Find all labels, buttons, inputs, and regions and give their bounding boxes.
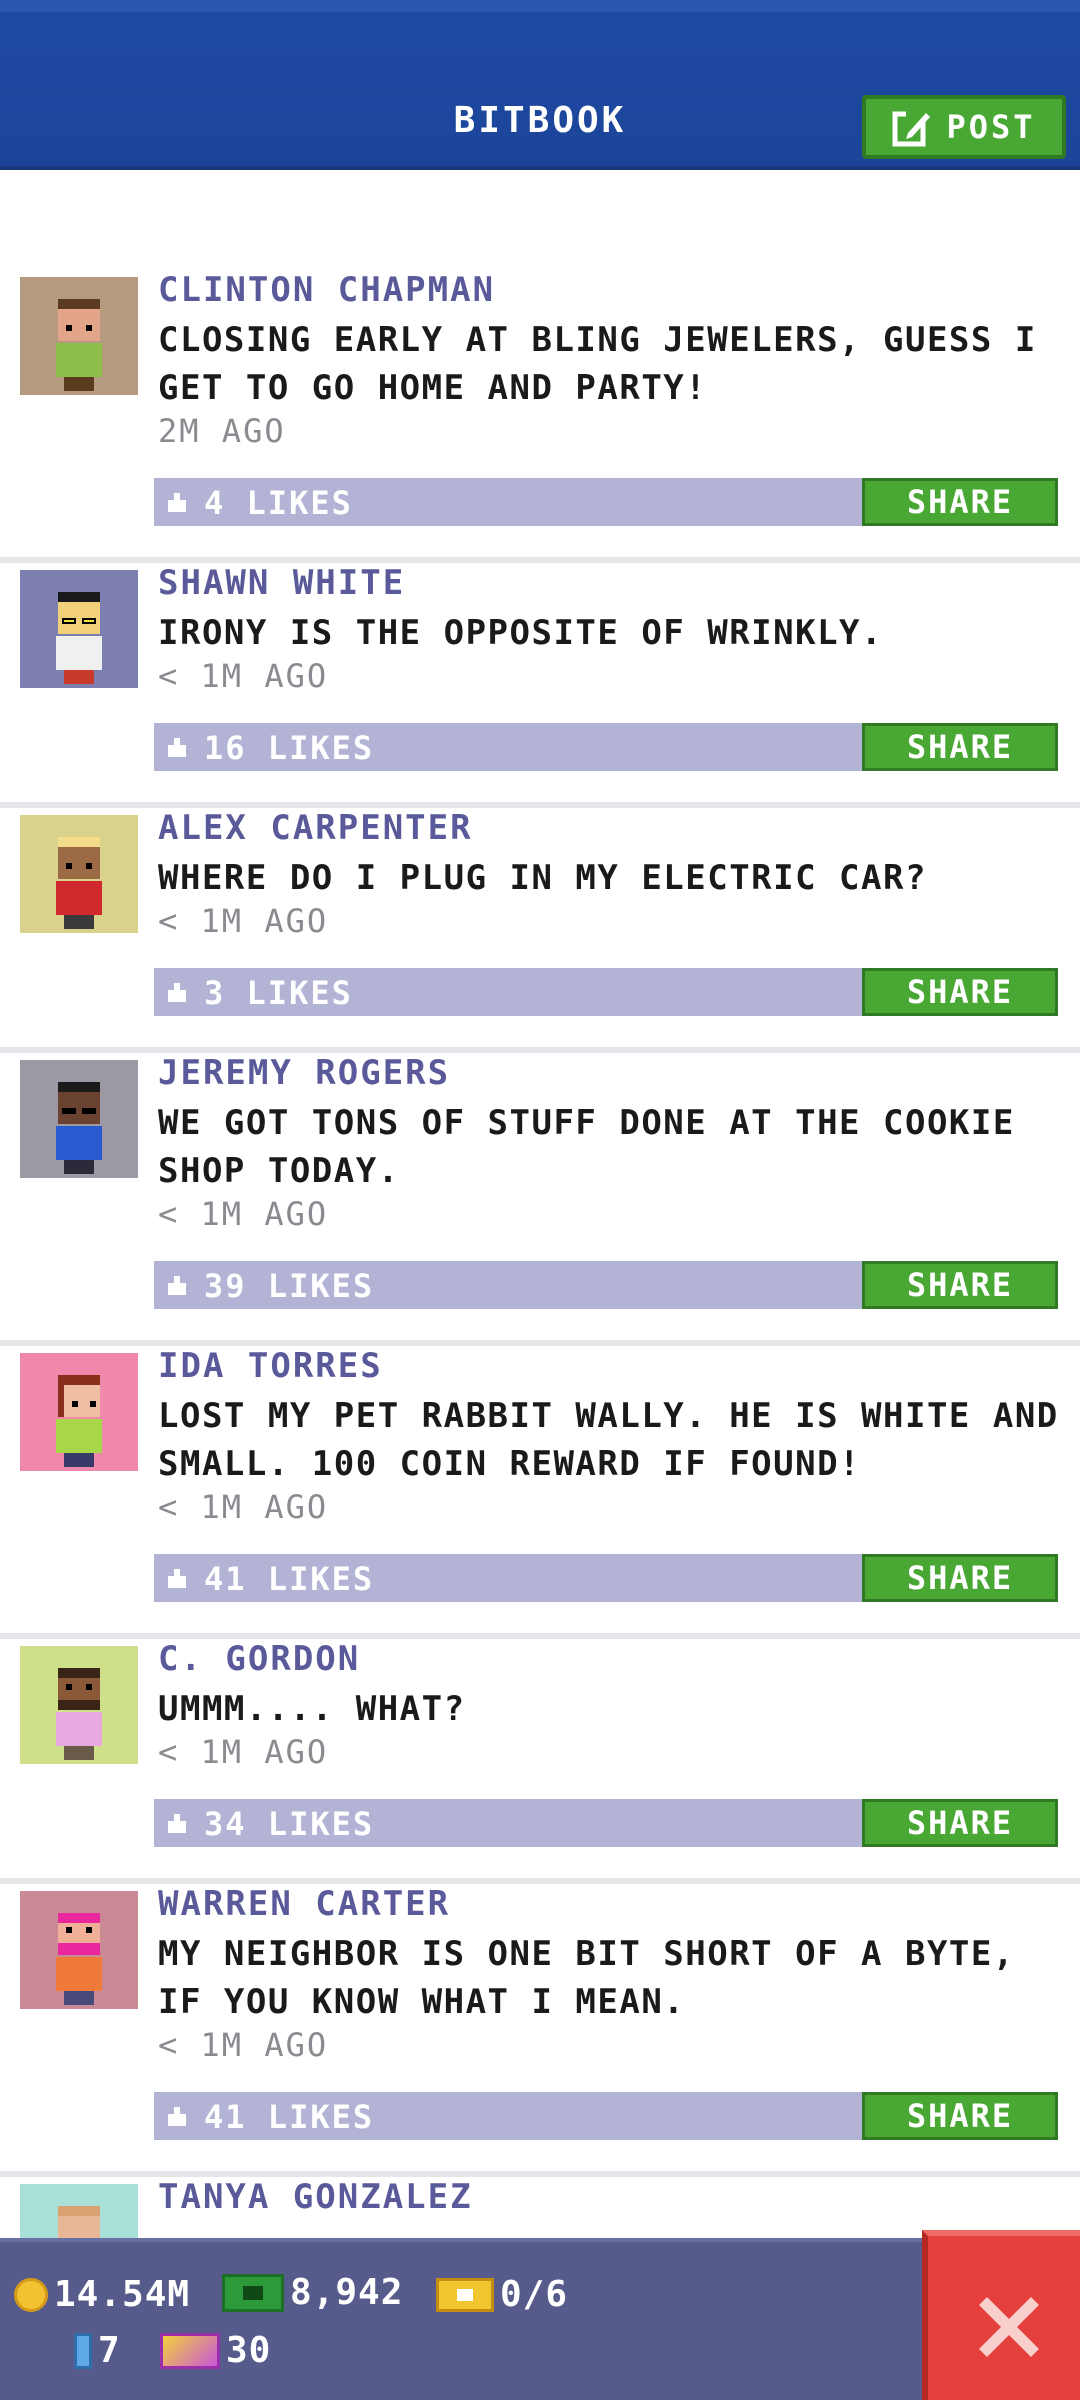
feed-list[interactable]: CLINTON CHAPMAN CLOSING EARLY AT BLING J…: [0, 270, 1080, 2302]
vip-icon: [160, 2332, 220, 2369]
post-message: MY NEIGHBOR IS ONE BIT SHORT OF A BYTE, …: [158, 1934, 1015, 2022]
coins-stat: 14.54M: [14, 2274, 190, 2315]
thumbs-up-icon: [168, 493, 186, 512]
vip-stat: 30: [160, 2330, 271, 2371]
feed-post: CLINTON CHAPMAN CLOSING EARLY AT BLING J…: [0, 270, 1080, 563]
tickets-stat: 0/6: [436, 2274, 568, 2315]
avatar[interactable]: [20, 815, 138, 933]
likes-count: 3 LIKES: [204, 974, 353, 1012]
tickets-value: 0/6: [500, 2274, 569, 2315]
share-button[interactable]: SHARE: [862, 1554, 1058, 1602]
share-button[interactable]: SHARE: [862, 1799, 1058, 1847]
post-time: 2M AGO: [158, 412, 286, 450]
bux-value: 7: [98, 2330, 121, 2371]
post-time: < 1M AGO: [158, 1195, 329, 1233]
post-button-label: POST: [946, 108, 1036, 146]
post-time: < 1M AGO: [158, 1488, 329, 1526]
thumbs-up-icon: [168, 2107, 186, 2126]
likes-count: 4 LIKES: [204, 484, 353, 522]
post-message: UMMM.... WHAT?: [158, 1689, 466, 1729]
feed-post: JEREMY ROGERS WE GOT TONS OF STUFF DONE …: [0, 1053, 1080, 1346]
bux-stat: 7: [74, 2330, 121, 2371]
app-header: BITBOOK POST: [0, 0, 1080, 170]
post-button[interactable]: POST: [862, 95, 1066, 159]
post-time: < 1M AGO: [158, 1733, 329, 1771]
thumbs-up-icon: [168, 1276, 186, 1295]
avatar[interactable]: [20, 570, 138, 688]
feed-post: IDA TORRES LOST MY PET RABBIT WALLY. HE …: [0, 1346, 1080, 1639]
post-author[interactable]: WARREN CARTER: [158, 1884, 450, 1924]
like-bar[interactable]: 3 LIKES SHARE: [154, 968, 1058, 1016]
post-author[interactable]: TANYA GONZALEZ: [158, 2177, 473, 2217]
ticket-icon: [436, 2277, 494, 2312]
post-author[interactable]: IDA TORRES: [158, 1346, 383, 1386]
likes-count: 41 LIKES: [204, 1560, 375, 1598]
resource-bar: 14.54M 8,942 0/6 7 30: [0, 2238, 1080, 2400]
likes-count: 41 LIKES: [204, 2098, 375, 2136]
like-bar[interactable]: 34 LIKES SHARE: [154, 1799, 1058, 1847]
post-author[interactable]: C. GORDON: [158, 1639, 360, 1679]
post-author[interactable]: CLINTON CHAPMAN: [158, 270, 495, 310]
share-button[interactable]: SHARE: [862, 968, 1058, 1016]
vip-value: 30: [226, 2330, 272, 2371]
share-button[interactable]: SHARE: [862, 723, 1058, 771]
post-author[interactable]: JEREMY ROGERS: [158, 1053, 450, 1093]
feed-post: SHAWN WHITE IRONY IS THE OPPOSITE OF WRI…: [0, 563, 1080, 808]
post-message: WHERE DO I PLUG IN MY ELECTRIC CAR?: [158, 858, 927, 898]
thumbs-up-icon: [168, 1569, 186, 1588]
bux-cash-icon: [222, 2273, 284, 2312]
post-message: CLOSING EARLY AT BLING JEWELERS, GUESS I…: [158, 320, 1037, 408]
feed-post: C. GORDON UMMM.... WHAT? < 1M AGO 34 LIK…: [0, 1639, 1080, 1884]
share-button[interactable]: SHARE: [862, 1261, 1058, 1309]
post-time: < 1M AGO: [158, 2026, 329, 2064]
avatar[interactable]: [20, 1060, 138, 1178]
share-button[interactable]: SHARE: [862, 478, 1058, 526]
thumbs-up-icon: [168, 1814, 186, 1833]
post-time: < 1M AGO: [158, 902, 329, 940]
post-message: IRONY IS THE OPPOSITE OF WRINKLY.: [158, 613, 884, 653]
feed-post: WARREN CARTER MY NEIGHBOR IS ONE BIT SHO…: [0, 1884, 1080, 2177]
coins-value: 14.54M: [54, 2274, 191, 2315]
likes-count: 34 LIKES: [204, 1805, 375, 1843]
likes-count: 16 LIKES: [204, 729, 375, 767]
avatar[interactable]: [20, 1353, 138, 1471]
thumbs-up-icon: [168, 983, 186, 1002]
avatar[interactable]: [20, 1646, 138, 1764]
like-bar[interactable]: 39 LIKES SHARE: [154, 1261, 1058, 1309]
close-button[interactable]: [922, 2230, 1080, 2400]
close-icon: [979, 2297, 1039, 2357]
edit-icon: [892, 111, 931, 147]
thumbs-up-icon: [168, 738, 186, 757]
post-author[interactable]: SHAWN WHITE: [158, 563, 405, 603]
bitbux-icon: [74, 2332, 92, 2369]
coin-icon: [14, 2277, 48, 2312]
post-message: WE GOT TONS OF STUFF DONE AT THE COOKIE …: [158, 1103, 1015, 1191]
post-time: < 1M AGO: [158, 657, 329, 695]
cash-stat: 8,942: [222, 2272, 403, 2313]
avatar[interactable]: [20, 1891, 138, 2009]
avatar[interactable]: [20, 277, 138, 395]
feed-post: ALEX CARPENTER WHERE DO I PLUG IN MY ELE…: [0, 808, 1080, 1053]
share-button[interactable]: SHARE: [862, 2092, 1058, 2140]
like-bar[interactable]: 16 LIKES SHARE: [154, 723, 1058, 771]
like-bar[interactable]: 41 LIKES SHARE: [154, 1554, 1058, 1602]
likes-count: 39 LIKES: [204, 1267, 375, 1305]
cash-value: 8,942: [290, 2272, 404, 2313]
like-bar[interactable]: 4 LIKES SHARE: [154, 478, 1058, 526]
post-author[interactable]: ALEX CARPENTER: [158, 808, 473, 848]
like-bar[interactable]: 41 LIKES SHARE: [154, 2092, 1058, 2140]
post-message: LOST MY PET RABBIT WALLY. HE IS WHITE AN…: [158, 1396, 1059, 1484]
